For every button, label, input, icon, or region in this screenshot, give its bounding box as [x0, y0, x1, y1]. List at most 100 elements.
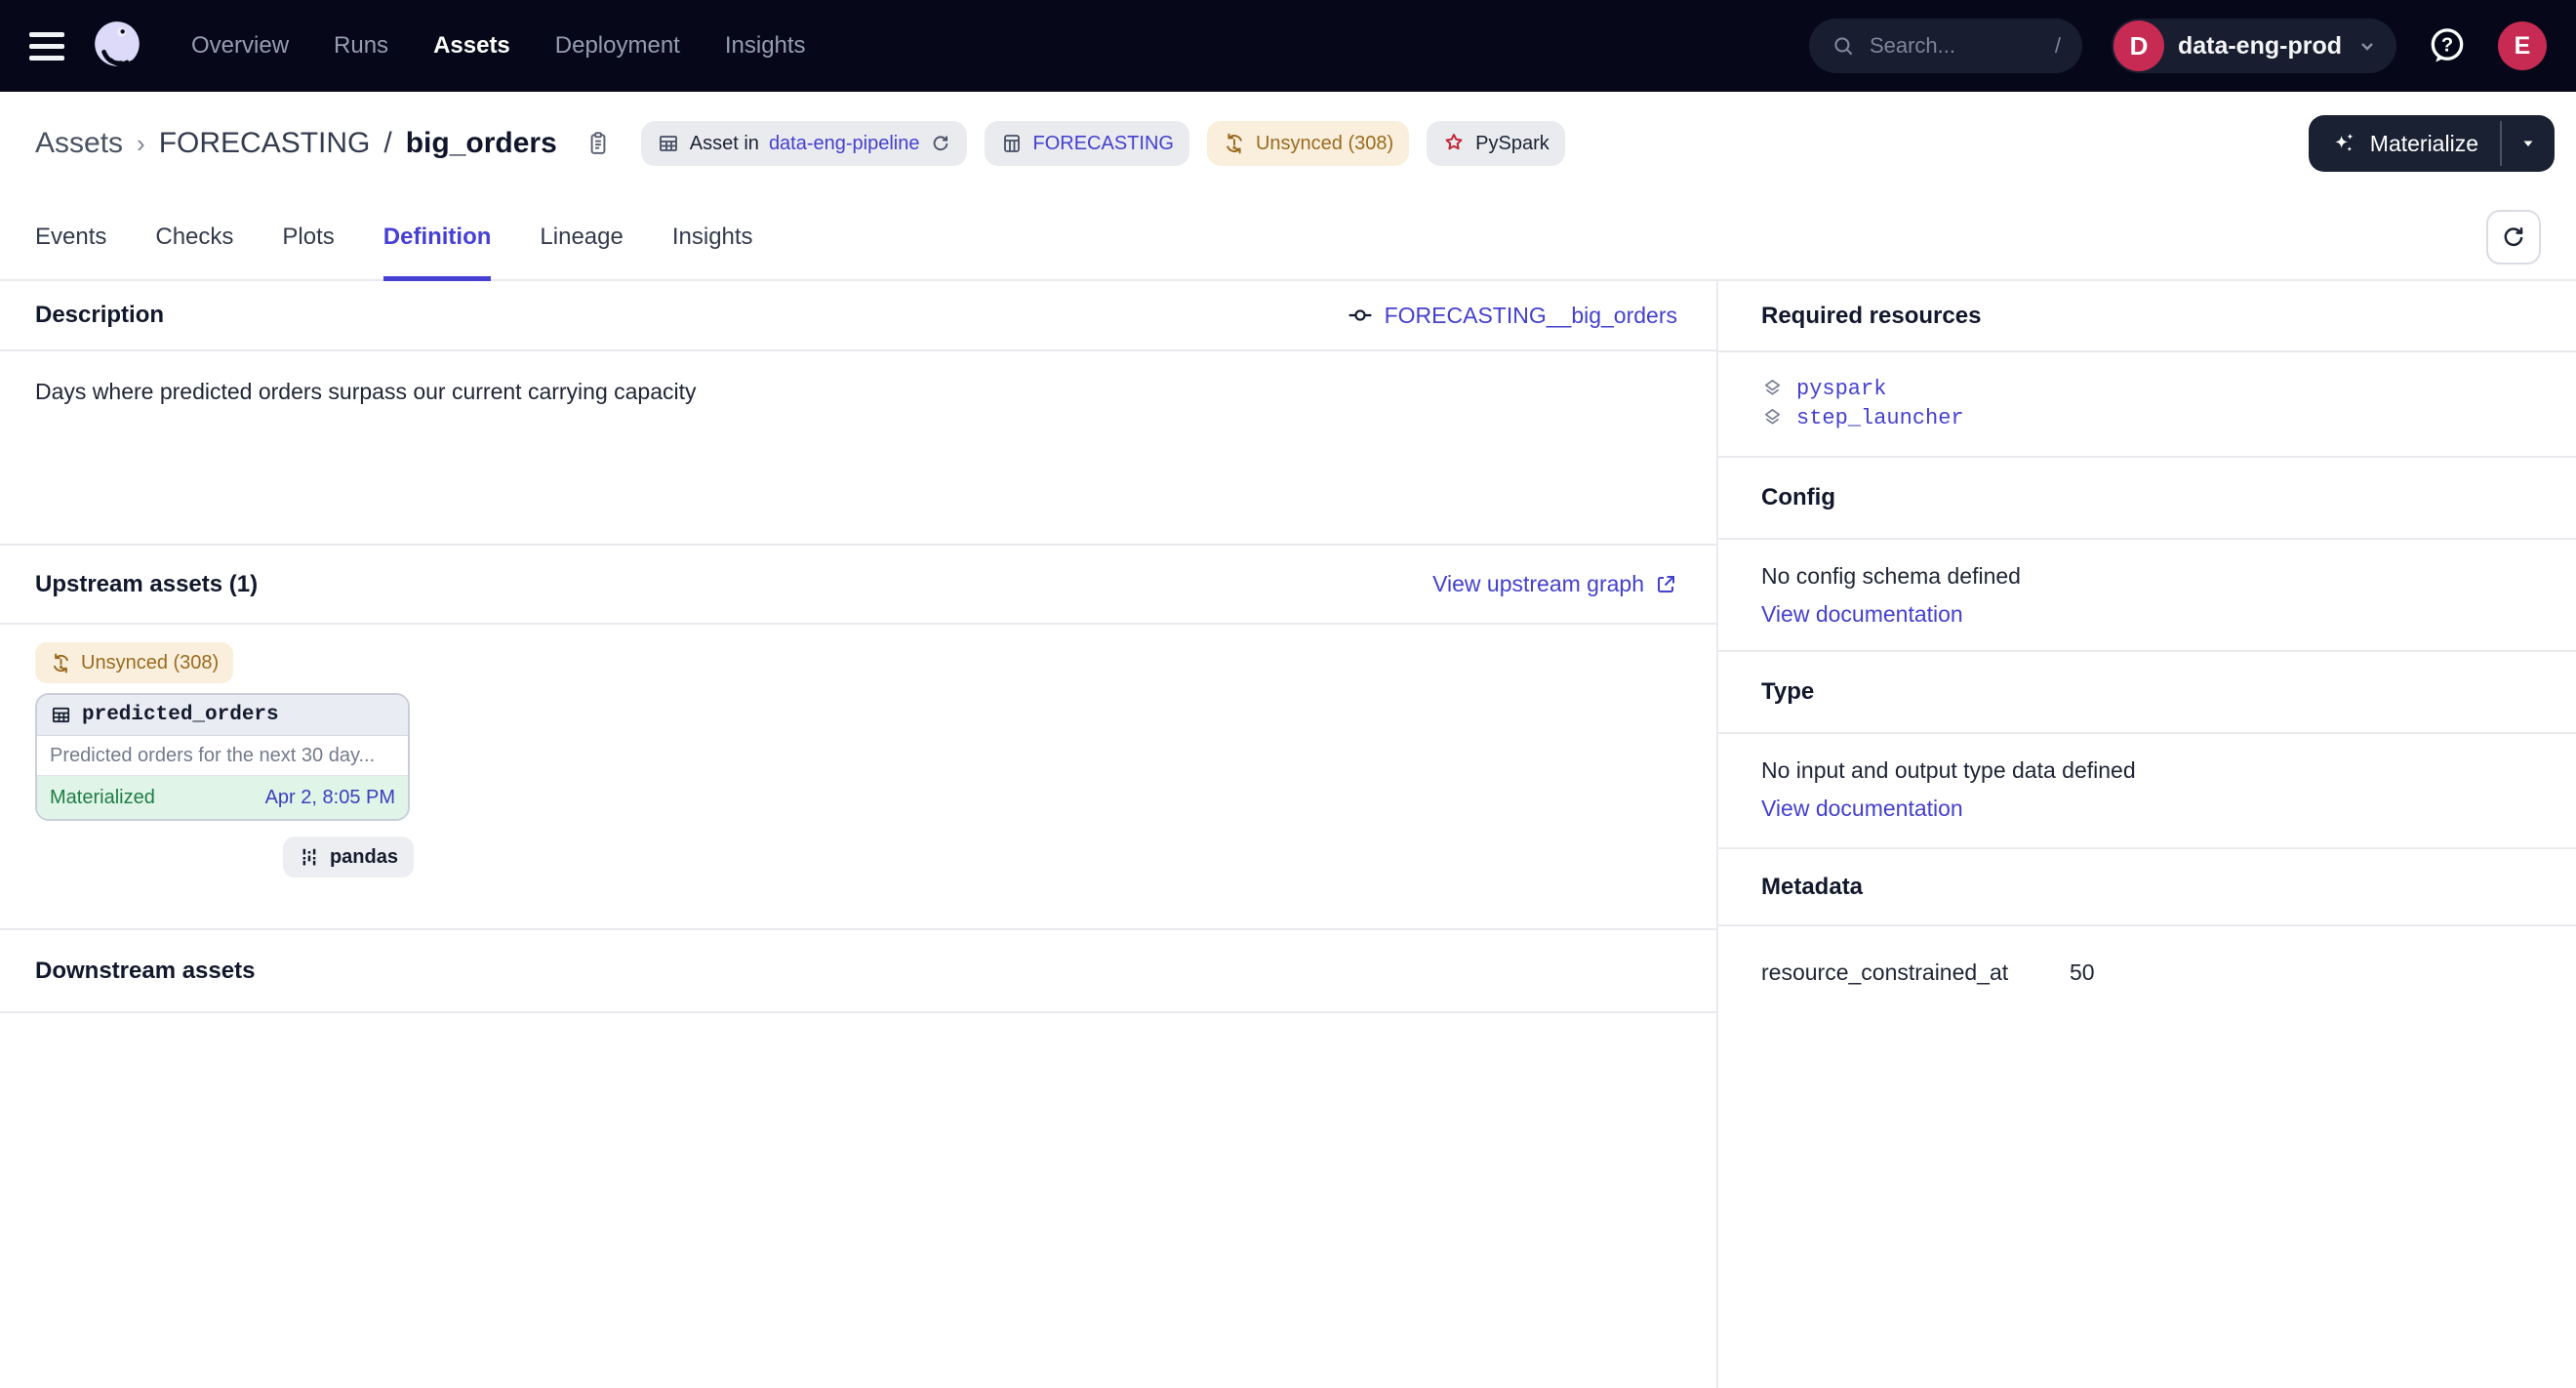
external-link-icon [1654, 573, 1677, 596]
menu-icon[interactable] [29, 29, 66, 62]
copy-icon[interactable] [584, 130, 612, 157]
asset-node-timestamp[interactable]: Apr 2, 8:05 PM [265, 787, 395, 809]
help-icon[interactable]: ? [2426, 24, 2469, 67]
dagster-logo[interactable] [90, 18, 146, 74]
svg-text:?: ? [2441, 35, 2453, 57]
view-upstream-graph-label: View upstream graph [1432, 571, 1644, 597]
deployment-switcher[interactable]: D data-eng-prod [2112, 19, 2396, 73]
deployment-badge: D [2113, 20, 2164, 71]
asset-tags: Asset in data-eng-pipeline FORECASTING U… [641, 121, 1565, 166]
asset-node-name: predicted_orders [82, 704, 279, 726]
tag-asset-in-pipeline[interactable]: Asset in data-eng-pipeline [641, 121, 967, 166]
config-empty-message: No config schema defined [1761, 563, 2533, 590]
compute-kind-tag-pandas[interactable]: pandas [283, 837, 414, 878]
page-title: big_orders [406, 127, 557, 160]
tag-group-label: FORECASTING [1033, 133, 1174, 155]
tab-checks[interactable]: Checks [155, 195, 233, 279]
breadcrumb-slash: / [383, 127, 391, 160]
resource-name: pyspark [1796, 377, 1886, 401]
asset-node-description: Predicted orders for the next 30 day... [37, 736, 408, 776]
breadcrumb-group[interactable]: FORECASTING [159, 127, 371, 160]
compute-kind-label: pandas [330, 846, 398, 869]
sparkles-icon [2330, 130, 2357, 157]
tag-group-forecasting[interactable]: FORECASTING [985, 121, 1189, 166]
code-location-icon [1000, 132, 1024, 155]
required-resources-title: Required resources [1761, 303, 1981, 330]
metadata-key: resource_constrained_at [1761, 959, 2070, 986]
tab-insights[interactable]: Insights [672, 195, 753, 279]
user-avatar[interactable]: E [2498, 21, 2547, 70]
nav-item-deployment[interactable]: Deployment [555, 32, 680, 60]
nav-item-insights[interactable]: Insights [725, 32, 806, 60]
materialize-dropdown-button[interactable] [2502, 115, 2555, 172]
breadcrumb-separator: › [137, 129, 145, 159]
pandas-icon [299, 846, 320, 868]
table-icon [657, 132, 680, 155]
deployment-name: data-eng-prod [2178, 32, 2342, 61]
spark-icon [1442, 132, 1466, 155]
refresh-icon [2500, 224, 2527, 251]
upstream-title: Upstream assets (1) [35, 571, 258, 598]
asset-node-state: Materialized [50, 787, 155, 809]
tag-prefix: Asset in [690, 133, 759, 155]
tag-unsynced[interactable]: Unsynced (308) [1207, 121, 1409, 166]
description-title: Description [35, 302, 164, 329]
materialize-button[interactable]: Materialize [2309, 115, 2500, 172]
definition-main: Description FORECASTING__big_orders Days… [0, 281, 1718, 1388]
metadata-value: 50 [2070, 959, 2095, 986]
asset-tabs: Events Checks Plots Definition Lineage I… [0, 195, 2576, 281]
resource-link-step-launcher[interactable]: step_launcher [1761, 403, 2533, 432]
search-shortcut: / [2055, 33, 2061, 59]
resource-icon [1761, 378, 1784, 400]
nav-item-assets[interactable]: Assets [433, 32, 510, 60]
config-view-documentation-link[interactable]: View documentation [1761, 601, 1963, 628]
breadcrumb-assets-link[interactable]: Assets [35, 127, 123, 160]
type-title: Type [1761, 678, 1814, 706]
tab-lineage[interactable]: Lineage [540, 195, 623, 279]
materialize-label: Materialize [2370, 131, 2478, 157]
tag-unsynced-label: Unsynced (308) [1256, 133, 1393, 155]
search-icon [1831, 33, 1856, 59]
upstream-unsynced-badge[interactable]: Unsynced (308) [35, 642, 233, 683]
metadata-row: resource_constrained_at 50 [1718, 926, 2576, 986]
resource-icon [1761, 407, 1784, 429]
chevron-down-icon [2355, 34, 2379, 58]
nav-item-runs[interactable]: Runs [334, 32, 388, 60]
tag-compute-kind-pyspark[interactable]: PySpark [1427, 121, 1565, 166]
sync-warning-icon [50, 652, 72, 674]
resource-name: step_launcher [1796, 406, 1964, 430]
tag-pyspark-label: PySpark [1475, 133, 1550, 155]
sync-warning-icon [1223, 132, 1246, 155]
materialize-split-button: Materialize [2309, 115, 2555, 172]
metadata-title: Metadata [1761, 874, 1863, 901]
downstream-title: Downstream assets [35, 958, 255, 985]
config-title: Config [1761, 484, 1835, 511]
primary-nav: Overview Runs Assets Deployment Insights [191, 32, 806, 60]
definition-sidebar: Required resources pyspark step_launcher… [1718, 281, 2576, 1388]
asset-node-predicted-orders[interactable]: predicted_orders Predicted orders for th… [35, 693, 410, 821]
pipeline-link[interactable]: data-eng-pipeline [769, 133, 920, 155]
table-icon [50, 704, 72, 726]
type-empty-message: No input and output type data defined [1761, 757, 2533, 784]
op-link[interactable]: FORECASTING__big_orders [1348, 303, 1677, 329]
resource-link-pyspark[interactable]: pyspark [1761, 374, 2533, 403]
tab-definition[interactable]: Definition [383, 195, 492, 279]
nav-item-overview[interactable]: Overview [191, 32, 289, 60]
tab-events[interactable]: Events [35, 195, 106, 279]
breadcrumb: Assets › FORECASTING / big_orders [35, 127, 612, 160]
search-input[interactable]: Search... / [1809, 19, 2082, 73]
op-icon [1348, 303, 1373, 328]
asset-header-row: Assets › FORECASTING / big_orders Asset … [0, 92, 2576, 195]
op-link-label: FORECASTING__big_orders [1385, 303, 1677, 329]
upstream-unsynced-label: Unsynced (308) [81, 652, 219, 674]
upstream-assets-area: Unsynced (308) predicted_orders Predicte… [0, 625, 1716, 930]
view-upstream-graph-link[interactable]: View upstream graph [1432, 571, 1677, 597]
top-nav: Overview Runs Assets Deployment Insights… [0, 0, 2576, 92]
tab-plots[interactable]: Plots [282, 195, 334, 279]
reload-icon[interactable] [930, 133, 951, 154]
caret-down-icon [2516, 132, 2540, 155]
type-view-documentation-link[interactable]: View documentation [1761, 796, 1963, 822]
search-placeholder: Search... [1870, 33, 2041, 59]
refresh-button[interactable] [2486, 210, 2541, 265]
description-body: Days where predicted orders surpass our … [0, 351, 1716, 546]
